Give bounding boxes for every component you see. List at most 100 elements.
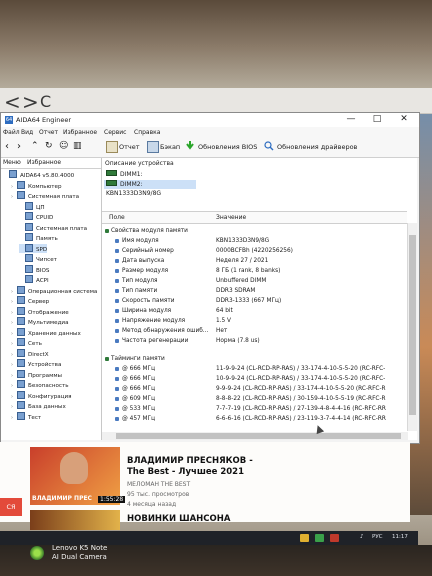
tree-item[interactable]: › База данных	[11, 401, 66, 410]
property-row[interactable]: @ 666 МГц 9-9-9-24 (CL-RCD-RP-RAS) / 33-1…	[102, 384, 407, 394]
tree-item[interactable]: › Мультимедиа	[11, 317, 69, 326]
tree-item-label: Системная плата	[28, 194, 80, 200]
title-bar: 64 AIDA64 Engineer — □ ✕	[1, 113, 419, 128]
column-value[interactable]: Значение	[216, 214, 246, 221]
back-button[interactable]: <	[4, 90, 21, 114]
tree-node-icon	[17, 359, 25, 367]
menu-file[interactable]: Файл	[3, 129, 20, 136]
tree-item[interactable]: ЦП	[19, 201, 45, 211]
column-field[interactable]: Поле	[109, 214, 125, 221]
property-row[interactable]: Скорость памяти DDR3-1333 (667 МГц)	[102, 296, 407, 306]
property-row[interactable]: @ 666 МГц 11-9-9-24 (CL-RCD-RP-RAS) / 33-…	[102, 364, 407, 374]
tree-node-icon	[17, 285, 25, 294]
forward-nav-icon[interactable]: ›	[17, 141, 21, 152]
video-thumbnail[interactable]	[30, 510, 120, 530]
property-row[interactable]: @ 609 МГц 8-8-8-22 (CL-RCD-RP-RAS) / 30-1…	[102, 394, 407, 404]
tree-item[interactable]: › Тест	[11, 411, 41, 421]
app-icon[interactable]	[330, 534, 339, 542]
tree-item[interactable]: BIOS	[19, 264, 49, 274]
property-row[interactable]: Серийный номер 0000BCFBh (4220256256)	[102, 246, 407, 256]
backup-button[interactable]: Бэкап	[160, 143, 180, 151]
property-row[interactable]: Ширина модуля 64 bit	[102, 306, 407, 316]
tree-item[interactable]: › Хранение данных	[11, 327, 81, 337]
tree-item[interactable]: AIDA64 v5.80.4000	[3, 170, 74, 179]
tree-item[interactable]: Системная плата	[19, 222, 87, 232]
tree-item[interactable]: › Компьютер	[11, 180, 62, 190]
property-row[interactable]: Размер модуля 8 ГБ (1 rank, 8 banks)	[102, 266, 407, 276]
clock[interactable]: 11:17	[392, 534, 408, 540]
property-row[interactable]: Имя модуля KBN1333D3N9/8G	[102, 236, 407, 246]
property-value: DDR3 SDRAM	[216, 288, 256, 294]
navigation-tree-panel: Меню Избранное AIDA64 v5.80.4000 › Компьют…	[1, 158, 102, 440]
property-row[interactable]: @ 666 МГц 10-9-9-24 (CL-RCD-RP-RAS) / 33-…	[102, 374, 407, 384]
speaker-icon[interactable]: ♪	[360, 534, 364, 540]
reload-button[interactable]: C	[40, 92, 51, 111]
tree-item[interactable]: › Отображение	[11, 306, 69, 316]
close-button[interactable]: ✕	[394, 114, 414, 124]
menu-service[interactable]: Сервис	[104, 129, 126, 136]
tree-item-label: Сервер	[28, 299, 50, 305]
horizontal-scrollbar[interactable]	[102, 432, 408, 440]
property-row[interactable]: Дата выпуска Неделя 27 / 2021	[102, 256, 407, 266]
language-indicator[interactable]: РУС	[372, 534, 383, 540]
property-row[interactable]: @ 533 МГц 7-7-7-19 (CL-RCD-RP-RAS) / 27-1…	[102, 404, 407, 414]
menu-favorites[interactable]: Избранное	[63, 129, 97, 136]
tree-node-icon	[17, 390, 25, 399]
tree-item[interactable]: Чипсет	[19, 254, 57, 263]
tree-item[interactable]: SPD	[19, 243, 48, 253]
tree-item[interactable]: › Сеть	[11, 338, 42, 347]
menu-view[interactable]: Вид	[21, 129, 33, 136]
tree-item[interactable]: › Системная плата	[11, 191, 79, 200]
video-channel[interactable]: МЕЛОМАН THE BEST	[127, 481, 190, 488]
vertical-scroll-thumb[interactable]	[409, 235, 416, 415]
forward-button[interactable]: >	[22, 90, 39, 114]
tree-item[interactable]: › Безопасность	[11, 380, 69, 389]
app-icon[interactable]	[315, 534, 324, 542]
tree-item[interactable]: › Программы	[11, 369, 62, 379]
maximize-button[interactable]: □	[367, 114, 387, 124]
tree-item[interactable]: ACPI	[19, 275, 49, 284]
tree-item[interactable]: › Сервер	[11, 296, 49, 305]
tree-item[interactable]: CPUID	[19, 212, 53, 221]
property-row[interactable]: Тип модуля Unbuffered DIMM	[102, 276, 407, 286]
refresh-icon[interactable]: ↻	[45, 141, 53, 151]
video-title[interactable]: НОВИНКИ ШАНСОНА	[127, 514, 230, 524]
video-title-line2[interactable]: The Best - Лучшее 2021	[127, 467, 244, 477]
file-explorer-icon[interactable]	[300, 534, 309, 542]
menu-help[interactable]: Справка	[134, 129, 160, 136]
property-row[interactable]: Напряжение модуля 1.5 V	[102, 316, 407, 326]
property-row[interactable]: Тип памяти DDR3 SDRAM	[102, 286, 407, 296]
device-row[interactable]: DIMM2: KBN1333D3N9/8G	[104, 180, 196, 197]
side-label[interactable]: СЯ	[0, 498, 22, 516]
chart-icon[interactable]: ▥	[73, 141, 82, 151]
tree-item[interactable]: Память	[19, 233, 58, 242]
tab-favorites[interactable]: Избранное	[27, 159, 61, 166]
memory-module-icon	[106, 180, 117, 186]
back-nav-icon[interactable]: ‹	[5, 141, 9, 152]
tree-node-icon	[25, 275, 33, 283]
bios-update-button[interactable]: Обновления BIOS	[198, 143, 257, 151]
user-icon[interactable]: ☺	[59, 141, 68, 151]
up-icon[interactable]: ⌃	[31, 141, 39, 151]
tree-item[interactable]: › Операционная система	[11, 285, 97, 295]
driver-update-button[interactable]: Обновления драйверов	[277, 143, 357, 151]
property-row[interactable]: Частота регенерации Норма (7.8 us)	[102, 336, 407, 346]
tree-node-icon	[25, 212, 33, 220]
minimize-button[interactable]: —	[341, 114, 361, 124]
property-group-row[interactable]: Свойства модуля памяти	[102, 226, 407, 236]
video-duration: 1:55:28	[98, 496, 126, 503]
tree-item[interactable]: › DirectX	[11, 348, 49, 358]
device-row[interactable]: DIMM1: KBN1333D3N9/8G	[104, 170, 196, 187]
download-arrow-icon	[186, 141, 194, 150]
menu-report[interactable]: Отчет	[39, 129, 58, 136]
report-button[interactable]: Отчет	[119, 143, 140, 151]
vertical-scrollbar[interactable]	[407, 223, 417, 431]
property-row[interactable]: Метод обнаружения ошиб... Нет	[102, 326, 407, 336]
tree-item[interactable]: › Устройства	[11, 359, 61, 368]
horizontal-scroll-thumb[interactable]	[116, 433, 401, 439]
video-title[interactable]: ВЛАДИМИР ПРЕСНЯКОВ -	[127, 456, 253, 466]
property-group-row[interactable]: Тайминги памяти	[102, 354, 407, 364]
tree-item[interactable]: › Конфигурация	[11, 390, 72, 400]
property-row[interactable]: @ 457 МГц 6-6-6-16 (CL-RCD-RP-RAS) / 23-1…	[102, 414, 407, 424]
tab-menu[interactable]: Меню	[3, 159, 21, 166]
